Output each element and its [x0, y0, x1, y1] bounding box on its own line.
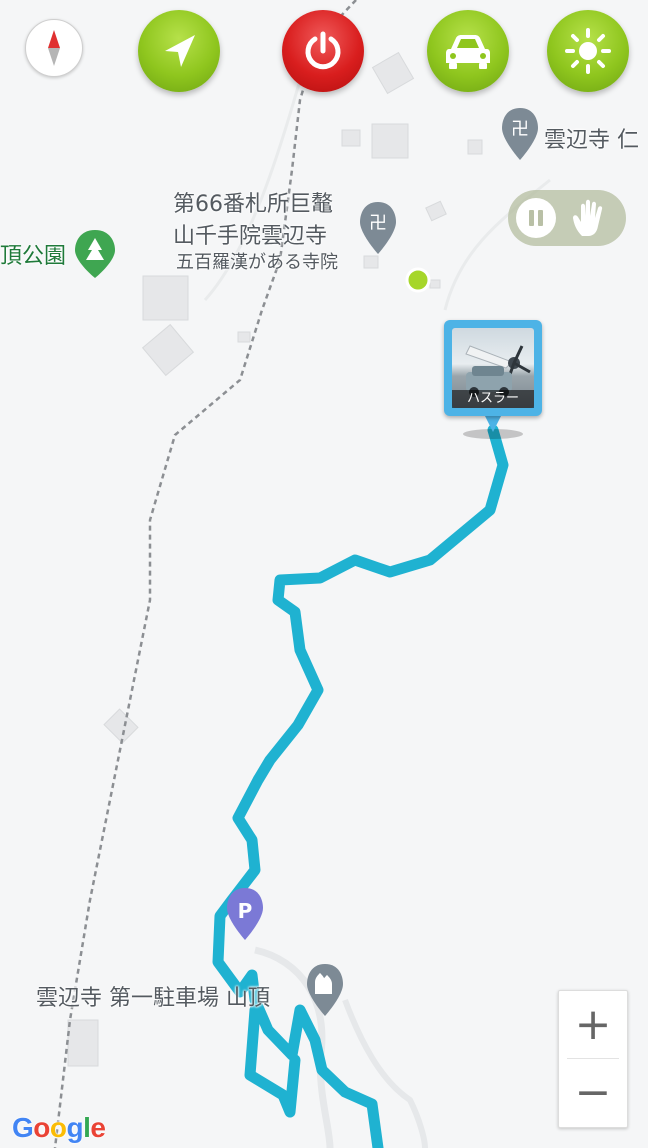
compass-button[interactable]: [25, 19, 83, 77]
zoom-controls: + −: [558, 990, 628, 1128]
navigate-button[interactable]: [138, 10, 220, 92]
map-canvas[interactable]: 卍 卍 P: [0, 0, 648, 1148]
vehicle-name: ハスラー: [452, 390, 534, 408]
temple-pin-icon[interactable]: 卍: [502, 108, 538, 160]
google-letter: e: [90, 1112, 106, 1143]
svg-text:卍: 卍: [369, 213, 387, 234]
map-view[interactable]: 卍 卍 P 雲辺寺 仁 第66番札所巨鼇 山千手院雲辺寺 五百羅漢がある寺院 頂…: [0, 0, 648, 1148]
sun-icon: [565, 28, 611, 74]
google-letter: o: [33, 1112, 50, 1143]
landmark-pin-icon[interactable]: [307, 964, 343, 1016]
brightness-button[interactable]: [547, 10, 629, 92]
minor-road: [342, 998, 428, 1148]
vehicle-marker[interactable]: ハスラー: [444, 320, 542, 416]
google-logo: Google: [12, 1112, 106, 1144]
temple-pin-icon[interactable]: 卍: [360, 202, 396, 254]
parking-pin-icon[interactable]: P: [227, 888, 263, 940]
tracking-toggle[interactable]: [508, 190, 626, 246]
svg-text:卍: 卍: [511, 119, 529, 140]
zoom-in-button[interactable]: +: [559, 991, 627, 1058]
place-label-temple-top[interactable]: 雲辺寺 仁: [544, 122, 639, 154]
compass-icon: [48, 30, 60, 66]
svg-text:P: P: [238, 899, 253, 923]
park-pin-icon[interactable]: [75, 230, 115, 278]
power-button[interactable]: [282, 10, 364, 92]
google-letter: g: [66, 1112, 84, 1143]
google-letter: G: [12, 1112, 34, 1143]
place-label-parking[interactable]: 雲辺寺 第一駐車場 山頂: [36, 980, 270, 1012]
hand-icon[interactable]: [570, 198, 614, 238]
place-label-temple-66-line1[interactable]: 第66番札所巨鼇: [173, 186, 333, 218]
place-label-park[interactable]: 頂公園: [0, 238, 66, 270]
navigation-arrow-icon: [165, 35, 195, 67]
gps-point: [405, 267, 431, 293]
place-label-temple-66-line3[interactable]: 五百羅漢がある寺院: [176, 248, 338, 274]
place-label-temple-66-line2[interactable]: 山千手院雲辺寺: [173, 218, 327, 250]
zoom-out-button[interactable]: −: [559, 1059, 627, 1126]
google-letter: o: [49, 1112, 67, 1143]
power-icon: [305, 31, 341, 70]
pause-icon[interactable]: [516, 198, 556, 238]
car-mode-button[interactable]: [427, 10, 509, 92]
car-icon: [446, 35, 490, 69]
